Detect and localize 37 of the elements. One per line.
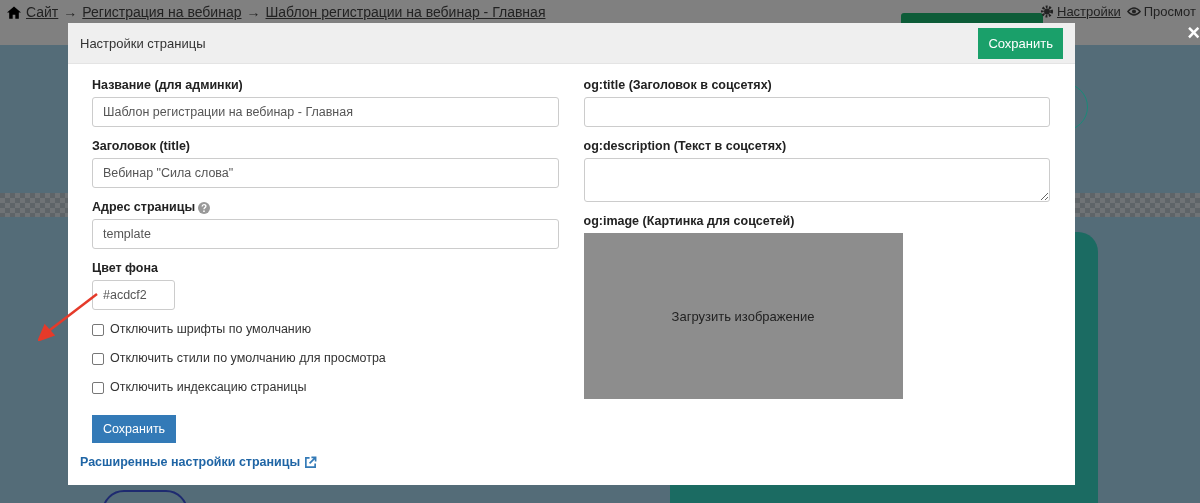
eye-icon	[1126, 5, 1141, 18]
checkbox[interactable]	[92, 381, 104, 394]
top-link[interactable]: Настройки	[1057, 4, 1121, 19]
text-field[interactable]: Шаблон регистрации на вебинар - Главная	[92, 97, 559, 127]
field-label: Адрес страницы	[92, 200, 196, 215]
help-icon[interactable]	[198, 201, 211, 214]
field-label: og:title (Заголовок в соцсетях)	[583, 78, 773, 93]
breadcrumb-link[interactable]: Шаблон регистрации на вебинар - Главная	[265, 4, 546, 20]
field-label: og:image (Картинка для соцсетей)	[583, 214, 796, 229]
breadcrumb-separator: →	[63, 4, 78, 20]
breadcrumb-separator: →	[246, 4, 261, 20]
top-link[interactable]: Просмот	[1143, 4, 1196, 19]
checkbox-label: Отключить индексацию страницы	[110, 380, 307, 395]
advanced-settings-link[interactable]: Расширенные настройки страницы	[80, 455, 301, 470]
text-field[interactable]: Вебинар "Сила слова"	[92, 158, 559, 188]
pointer-arrow	[38, 293, 98, 341]
checkbox[interactable]	[92, 352, 104, 365]
checkbox[interactable]	[92, 323, 104, 336]
save-button[interactable]: Сохранить	[978, 27, 1063, 59]
field-label: Заголовок (title)	[92, 139, 190, 154]
breadcrumb-link[interactable]: Регистрация на вебинар	[82, 4, 242, 20]
field-label: og:description (Текст в соцсетях)	[583, 139, 788, 154]
close-button[interactable]: ×	[1187, 24, 1200, 42]
field-label: Цвет фона	[92, 261, 158, 276]
external-link-icon[interactable]	[304, 456, 318, 469]
text-field[interactable]: template	[92, 219, 559, 249]
field-label: Название (для админки)	[92, 78, 243, 93]
save-button[interactable]: Сохранить	[92, 415, 177, 443]
checkbox-label: Отключить шрифты по умолчанию	[110, 322, 312, 337]
text-field[interactable]	[583, 97, 1050, 127]
gear-icon	[1040, 5, 1054, 18]
breadcrumb-link[interactable]: Сайт	[26, 4, 59, 20]
home-icon[interactable]	[7, 5, 21, 19]
image-upload[interactable]: Загрузить изображение	[583, 233, 903, 399]
text-field[interactable]: #acdcf2	[92, 280, 175, 310]
dialog-title: Настройки страницы	[80, 35, 206, 51]
checkbox-label: Отключить стили по умолчанию для просмотра	[110, 351, 386, 366]
